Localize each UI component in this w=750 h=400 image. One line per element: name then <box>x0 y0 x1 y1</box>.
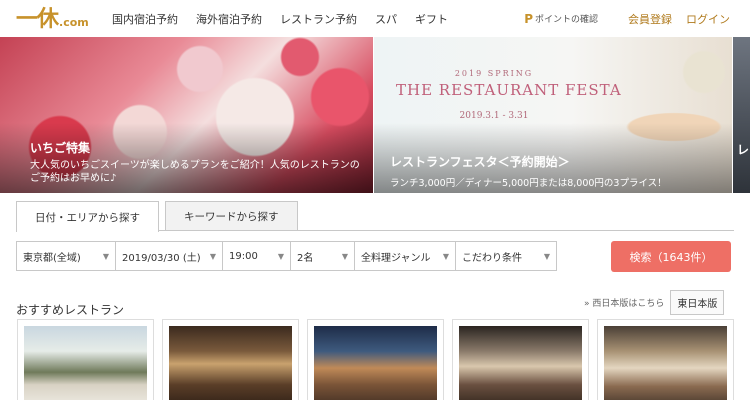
restaurant-photo <box>24 326 147 400</box>
site-logo[interactable]: 一休 .com <box>16 6 89 32</box>
nav-spa[interactable]: スパ <box>375 11 397 27</box>
area-value: 東京都(全域) <box>23 252 81 264</box>
conditions-select[interactable]: こだわり条件 ▼ <box>455 241 557 271</box>
recommend-heading: おすすめレストラン <box>16 303 125 317</box>
chevron-down-icon: ▼ <box>442 251 449 261</box>
chevron-down-icon: ▼ <box>543 251 550 261</box>
conditions-value: こだわり条件 <box>462 252 522 264</box>
banner-festa-title: レストランフェスタ＜予約開始＞ <box>390 155 570 169</box>
time-value: 19:00 <box>229 250 258 262</box>
site-header: 一休 .com 国内宿泊予約 海外宿泊予約 レストラン予約 スパ ギフト P ポ… <box>0 0 750 37</box>
west-japan-link[interactable]: » 西日本版はこちら <box>584 296 664 309</box>
festa-season: 2019 SPRING <box>454 69 534 78</box>
east-japan-button[interactable]: 東日本版 <box>670 290 725 315</box>
global-nav: 国内宿泊予約 海外宿泊予約 レストラン予約 スパ ギフト <box>112 0 466 37</box>
restaurant-card[interactable] <box>17 319 154 400</box>
time-select[interactable]: 19:00 ▼ <box>222 241 291 271</box>
tab-keyword[interactable]: キーワードから探す <box>165 201 298 231</box>
nav-overseas-hotel[interactable]: 海外宿泊予約 <box>196 11 262 27</box>
point-check-link[interactable]: P ポイントの確認 <box>524 12 598 26</box>
hero-carousel: いちご特集 大人気のいちごスイーツが楽しめるプランをご紹介！人気のレストランのご… <box>0 37 750 193</box>
banner-strawberry[interactable]: いちご特集 大人気のいちごスイーツが楽しめるプランをご紹介！人気のレストランのご… <box>0 37 373 193</box>
restaurant-photo <box>459 326 582 400</box>
restaurant-photo <box>604 326 727 400</box>
logo-domain: .com <box>59 16 89 29</box>
restaurant-card[interactable] <box>307 319 444 400</box>
date-select[interactable]: 2019/03/30 (土) ▼ <box>115 241 223 271</box>
chevron-down-icon: ▼ <box>102 251 109 261</box>
nav-gift[interactable]: ギフト <box>415 11 448 27</box>
logo-mark: 一休 <box>16 6 59 32</box>
search-button[interactable]: 検索（1643件） <box>611 241 731 272</box>
area-select[interactable]: 東京都(全域) ▼ <box>16 241 116 271</box>
people-value: 2名 <box>297 252 314 264</box>
chevron-down-icon: ▼ <box>341 251 348 261</box>
search-filters: 東京都(全域) ▼ 2019/03/30 (土) ▼ 19:00 ▼ 2名 ▼ … <box>16 241 557 271</box>
genre-select[interactable]: 全料理ジャンル ▼ <box>354 241 456 271</box>
people-select[interactable]: 2名 ▼ <box>290 241 355 271</box>
genre-value: 全料理ジャンル <box>361 252 431 264</box>
nav-domestic-hotel[interactable]: 国内宿泊予約 <box>112 11 178 27</box>
restaurant-photo <box>314 326 437 400</box>
point-icon: P <box>524 11 533 26</box>
nav-restaurant[interactable]: レストラン予約 <box>280 11 357 27</box>
festa-date: 2019.3.1 - 3.31 <box>459 111 529 121</box>
banner-next-peek-text: レ <box>737 143 750 157</box>
banner-festa-desc: ランチ3,000円／ディナー5,000円または8,000円の3プライス！ <box>390 178 667 189</box>
login-link[interactable]: ログイン <box>686 11 730 27</box>
restaurant-card[interactable] <box>597 319 734 400</box>
restaurant-card[interactable] <box>452 319 589 400</box>
festa-name: THE RESTAURANT FESTA <box>396 81 622 99</box>
tab-date-area[interactable]: 日付・エリアから探す <box>16 201 159 232</box>
restaurant-card[interactable] <box>162 319 299 400</box>
banner-next-peek[interactable]: レ <box>733 37 750 193</box>
banner-restaurant-festa[interactable]: 2019 SPRING THE RESTAURANT FESTA 2019.3.… <box>374 37 732 193</box>
restaurant-photo <box>169 326 292 400</box>
search-tabs: 日付・エリアから探す キーワードから探す <box>16 201 304 232</box>
banner-strawberry-desc: 大人気のいちごスイーツが楽しめるプランをご紹介！人気のレストランのご予約はお早め… <box>30 160 360 184</box>
chevron-down-icon: ▼ <box>277 251 284 261</box>
recommend-list <box>17 319 734 400</box>
banner-strawberry-title: いちご特集 <box>30 141 91 155</box>
region-switch: » 西日本版はこちら 東日本版 <box>584 290 725 315</box>
header-account: P ポイントの確認 会員登録 ログイン <box>524 0 730 37</box>
date-value: 2019/03/30 (土) <box>122 252 201 264</box>
register-link[interactable]: 会員登録 <box>628 11 672 27</box>
point-label: ポイントの確認 <box>534 15 598 25</box>
chevron-down-icon: ▼ <box>209 251 216 261</box>
